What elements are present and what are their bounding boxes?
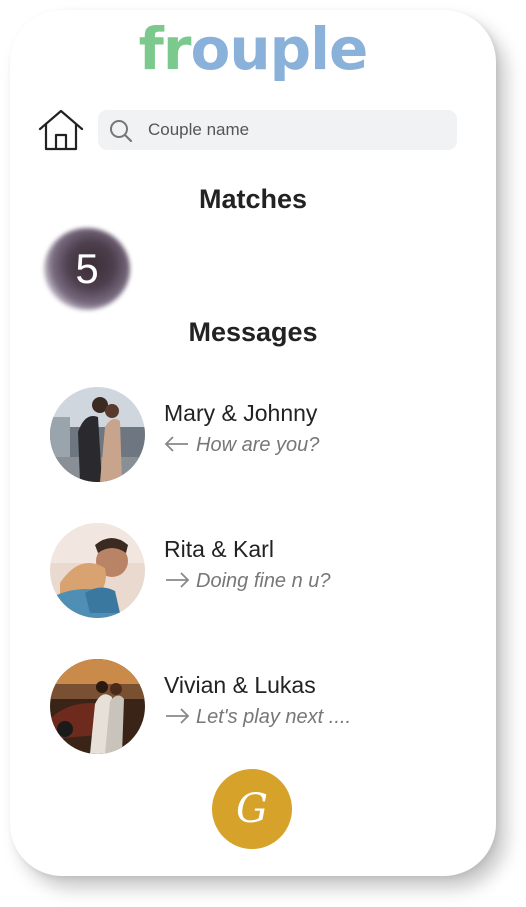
message-row-vivian-lukas[interactable]: Vivian & Lukas Let's play next .... <box>50 659 470 755</box>
logo-part-a: fr <box>138 15 192 83</box>
message-text: Doing fine n u? <box>196 570 331 592</box>
arrow-right-icon <box>164 571 190 588</box>
message-name: Vivian & Lukas <box>164 672 316 698</box>
home-icon[interactable] <box>37 108 85 152</box>
matches-title: Matches <box>198 184 308 214</box>
logo-part-b: ouple <box>190 15 368 83</box>
message-text: How are you? <box>196 434 320 456</box>
game-fab-button[interactable]: G <box>212 769 292 849</box>
avatar <box>50 387 145 482</box>
search-bar[interactable] <box>98 110 457 150</box>
avatar <box>50 659 145 754</box>
search-input[interactable] <box>148 110 443 150</box>
message-text: Let's play next .... <box>196 706 352 728</box>
app-logo: frouple <box>0 16 506 82</box>
message-row-rita-karl[interactable]: Rita & Karl Doing fine n u? <box>50 523 470 619</box>
arrow-left-icon <box>164 435 190 452</box>
avatar <box>50 523 145 618</box>
message-preview: Doing fine n u? <box>164 570 331 593</box>
message-name: Mary & Johnny <box>164 400 318 426</box>
message-preview: How are you? <box>164 434 319 457</box>
message-preview: Let's play next .... <box>164 706 351 729</box>
message-name: Rita & Karl <box>164 536 274 562</box>
message-row-mary-johnny[interactable]: Mary & Johnny How are you? <box>50 387 470 483</box>
arrow-right-icon <box>164 707 190 724</box>
matches-count[interactable]: 5 <box>44 228 130 310</box>
search-icon <box>108 118 134 144</box>
messages-title: Messages <box>188 317 318 347</box>
